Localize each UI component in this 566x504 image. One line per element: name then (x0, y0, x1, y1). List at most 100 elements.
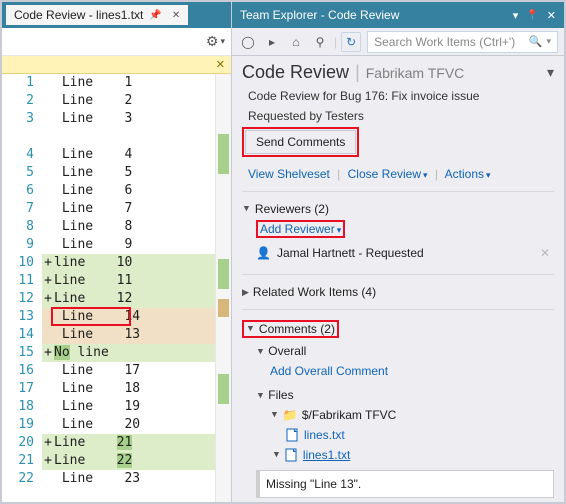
close-icon[interactable]: ✕ (547, 9, 556, 22)
back-icon[interactable]: ◯ (238, 32, 258, 52)
code-line[interactable]: Line 13 (42, 326, 215, 344)
view-shelveset-link[interactable]: View Shelveset (248, 167, 330, 181)
code-line[interactable]: +Line 12 (42, 290, 215, 308)
code-line[interactable]: Line 14 (42, 308, 215, 326)
overall-label: Overall (268, 344, 306, 358)
line-number: 3 (2, 110, 34, 128)
code-line[interactable]: Line 8 (42, 218, 215, 236)
folder-label: $/Fabrikam TFVC (302, 408, 396, 422)
pin-icon[interactable]: 📍 (526, 10, 538, 21)
comment-textbox[interactable]: Missing "Line 13". (256, 470, 554, 498)
line-number: 12 (2, 290, 34, 308)
line-number: 6 (2, 182, 34, 200)
panel-titlebar: Team Explorer - Code Review ▾ 📍 ✕ (232, 2, 564, 28)
heading-text: Code Review (242, 62, 349, 83)
code-line[interactable]: Line 3 (42, 110, 215, 128)
code-line[interactable]: +Line 11 (42, 272, 215, 290)
search-input[interactable]: Search Work Items (Ctrl+') 🔍 ▾ (367, 31, 558, 53)
code-line[interactable]: +No line (42, 344, 215, 362)
section-label: Reviewers (2) (255, 202, 329, 216)
code-line[interactable]: Line 6 (42, 182, 215, 200)
line-number: 14 (2, 326, 34, 344)
folder-row[interactable]: 📁 $/Fabrikam TFVC (242, 408, 554, 422)
code-line[interactable]: Line 19 (42, 398, 215, 416)
code-line[interactable]: Line 18 (42, 380, 215, 398)
pin-icon[interactable]: 📌 (149, 10, 161, 21)
review-description: Code Review for Bug 176: Fix invoice iss… (242, 89, 554, 103)
editor-toolbar: ⚙ ▾ (2, 28, 231, 56)
code-line[interactable]: Line 5 (42, 164, 215, 182)
line-number: 5 (2, 164, 34, 182)
code-line[interactable]: +Line 22 (42, 452, 215, 470)
file-icon (285, 448, 299, 462)
tab-code-review[interactable]: Code Review - lines1.txt 📌 ✕ (6, 5, 188, 25)
action-links: View Shelveset | Close Review | Actions (242, 167, 554, 181)
line-number: 13 (2, 308, 34, 326)
comments-header[interactable]: Comments (2) (242, 320, 554, 338)
add-overall-comment-link[interactable]: Add Overall Comment (270, 364, 388, 378)
related-work-items-header[interactable]: Related Work Items (4) (242, 285, 554, 299)
code-line[interactable]: Line 7 (42, 200, 215, 218)
chevron-down-icon[interactable]: ▾ (220, 36, 225, 47)
expand-icon (246, 324, 255, 334)
code-line[interactable] (42, 128, 215, 146)
line-number: 9 (2, 236, 34, 254)
search-icon: 🔍 (529, 35, 543, 48)
file-icon (286, 428, 300, 442)
send-comments-button[interactable]: Send Comments (245, 130, 356, 154)
gear-icon[interactable]: ⚙ (206, 33, 219, 50)
overview-ruler[interactable] (215, 74, 231, 502)
plug-icon[interactable]: ⚲ (310, 32, 330, 52)
code-line[interactable]: +line 10 (42, 254, 215, 272)
close-review-link[interactable]: Close Review (348, 167, 428, 181)
forward-icon[interactable]: ▸ (262, 32, 282, 52)
chevron-down-icon[interactable]: ▾ (546, 36, 551, 47)
reviewer-row: 👤 Jamal Hartnett - Requested ✕ (242, 242, 554, 264)
expand-icon (242, 204, 251, 214)
code-line[interactable]: Line 17 (42, 362, 215, 380)
file-row-selected[interactable]: lines1.txt (242, 448, 554, 462)
line-number: 16 (2, 362, 34, 380)
line-number: 21 (2, 452, 34, 470)
code-line[interactable]: Line 4 (42, 146, 215, 164)
file-label[interactable]: lines1.txt (303, 448, 350, 462)
code-line[interactable]: Line 20 (42, 416, 215, 434)
code-line[interactable]: Line 2 (42, 92, 215, 110)
file-row[interactable]: lines.txt (242, 428, 554, 442)
editor-panel: Code Review - lines1.txt 📌 ✕ ⚙ ▾ ✕ 12 3 45… (2, 2, 232, 502)
expand-icon (270, 410, 279, 420)
code-line[interactable]: +Line 21 (42, 434, 215, 452)
file-label[interactable]: lines.txt (304, 428, 345, 442)
collapse-icon (242, 287, 249, 298)
editor-tabstrip: Code Review - lines1.txt 📌 ✕ (2, 2, 231, 28)
dropdown-icon[interactable]: ▾ (513, 9, 519, 22)
line-number: 8 (2, 218, 34, 236)
close-icon[interactable]: ✕ (172, 10, 180, 21)
code-line[interactable]: Line 23 (42, 470, 215, 488)
line-number: 7 (2, 200, 34, 218)
files-header[interactable]: Files (242, 388, 554, 402)
heading-context: Fabrikam TFVC (366, 65, 465, 81)
home-icon[interactable]: ⌂ (286, 32, 306, 52)
actions-link[interactable]: Actions (445, 167, 491, 181)
line-number: 4 (2, 146, 34, 164)
line-number: 18 (2, 398, 34, 416)
line-number: 10 (2, 254, 34, 272)
refresh-icon[interactable]: ↻ (341, 32, 361, 52)
expand-icon (256, 391, 265, 401)
code-area[interactable]: Line 1 Line 2 Line 3 Line 4 Line 5 Line … (42, 74, 215, 502)
menu-icon[interactable]: ▾ (547, 64, 554, 81)
line-number: 2 (2, 92, 34, 110)
page-title: Code Review | Fabrikam TFVC ▾ (242, 62, 554, 83)
overall-header[interactable]: Overall (242, 344, 554, 358)
reviewers-header[interactable]: Reviewers (2) (242, 202, 554, 216)
files-label: Files (268, 388, 293, 402)
panel-title: Team Explorer - Code Review (240, 8, 399, 22)
add-reviewer-link[interactable]: Add Reviewer (260, 222, 341, 236)
code-line[interactable]: Line 9 (42, 236, 215, 254)
info-bar: ✕ (2, 56, 231, 74)
code-line[interactable]: Line 1 (42, 74, 215, 92)
highlight-box-send: Send Comments (242, 127, 359, 157)
remove-icon[interactable]: ✕ (540, 246, 554, 260)
close-icon[interactable]: ✕ (216, 58, 225, 71)
